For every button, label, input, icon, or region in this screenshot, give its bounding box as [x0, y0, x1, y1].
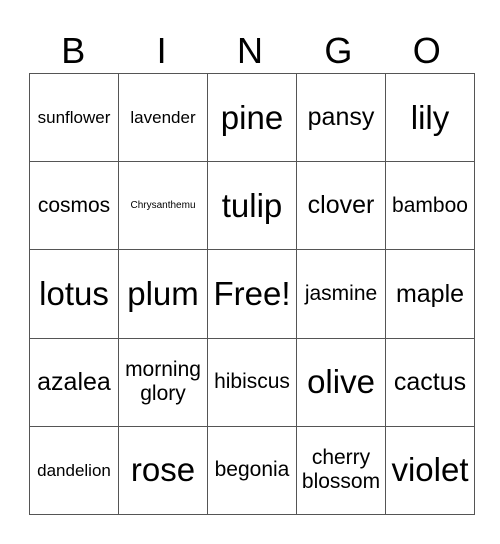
bingo-row: azalea morning glory hibiscus olive cact… [29, 337, 475, 427]
bingo-cell[interactable]: cherry blossom [296, 425, 386, 516]
bingo-row: sunflower lavender pine pansy lily [29, 72, 475, 163]
header-letter-n: N [236, 30, 263, 71]
bingo-cell[interactable]: morning glory [118, 337, 208, 427]
header-letter-b: B [61, 30, 86, 71]
bingo-cell[interactable]: cactus [385, 337, 475, 427]
bingo-cell[interactable]: olive [296, 337, 386, 427]
bingo-cell[interactable]: begonia [207, 425, 297, 516]
bingo-cell[interactable]: maple [385, 249, 475, 339]
free-space-cell[interactable]: Free! [207, 249, 297, 339]
bingo-cell[interactable]: lily [385, 72, 475, 163]
bingo-cell[interactable]: rose [118, 425, 208, 516]
header-letter-g: G [324, 30, 353, 71]
bingo-cell[interactable]: pansy [296, 72, 386, 163]
bingo-cell[interactable]: plum [118, 249, 208, 339]
bingo-cell[interactable]: violet [385, 425, 475, 516]
bingo-cell[interactable]: lavender [118, 72, 208, 163]
bingo-cell[interactable]: bamboo [385, 161, 475, 251]
bingo-cell[interactable]: Chrysanthemu [118, 161, 208, 251]
bingo-cell[interactable]: hibiscus [207, 337, 297, 427]
bingo-cell[interactable]: tulip [207, 161, 297, 251]
bingo-cell[interactable]: sunflower [29, 72, 119, 163]
bingo-cell[interactable]: azalea [29, 337, 119, 427]
header-letter-o: O [412, 30, 441, 71]
bingo-row: cosmos Chrysanthemu tulip clover bamboo [29, 161, 475, 251]
bingo-cell[interactable]: dandelion [29, 425, 119, 516]
bingo-cell[interactable]: cosmos [29, 161, 119, 251]
bingo-header: B I N G O [29, 28, 471, 73]
bingo-card: sunflower lavender pine pansy lily cosmo… [29, 72, 475, 516]
bingo-cell[interactable]: jasmine [296, 249, 386, 339]
bingo-row: lotus plum Free! jasmine maple [29, 249, 475, 339]
bingo-cell[interactable]: lotus [29, 249, 119, 339]
bingo-cell[interactable]: clover [296, 161, 386, 251]
bingo-row: dandelion rose begonia cherry blossom vi… [29, 425, 475, 516]
bingo-cell[interactable]: pine [207, 72, 297, 163]
header-letter-i: I [156, 30, 167, 71]
